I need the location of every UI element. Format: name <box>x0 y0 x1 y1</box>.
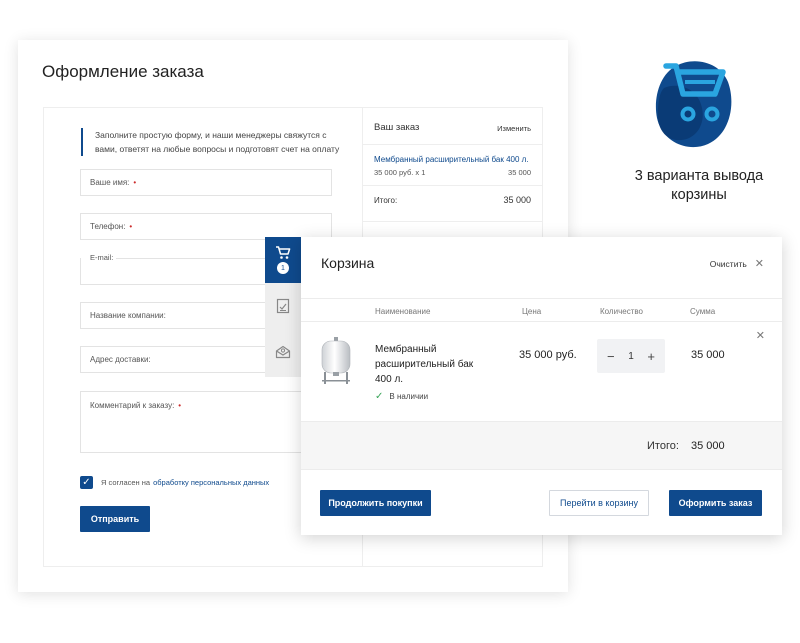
mail-icon <box>275 345 291 359</box>
product-thumbnail[interactable] <box>318 336 354 386</box>
stock-label: В наличии <box>389 392 429 401</box>
privacy-link[interactable]: обработку персональных данных <box>153 478 269 487</box>
consent-checkbox[interactable]: ✓ <box>80 476 93 489</box>
comment-field[interactable]: Комментарий к заказу: • <box>80 391 332 453</box>
col-price: Цена <box>522 307 542 316</box>
clear-cart-label: Очистить <box>709 258 747 269</box>
order-title: Оформление заказа <box>42 62 204 81</box>
required-mark: • <box>129 222 133 231</box>
item-sum: 35 000 <box>691 349 725 361</box>
item-price: 35 000 руб. <box>519 349 577 361</box>
phone-field[interactable]: Телефон: • <box>80 213 332 240</box>
company-label: Название компании: <box>90 311 166 320</box>
form-intro: Заполните простую форму, и наши менеджер… <box>81 128 341 156</box>
close-icon[interactable]: ✕ <box>755 257 764 270</box>
plus-icon[interactable]: + <box>647 349 655 364</box>
name-field[interactable]: Ваше имя: • <box>80 169 332 196</box>
tab-checklist[interactable] <box>265 283 301 329</box>
address-label: Адрес доставки: <box>90 355 151 364</box>
product-name[interactable]: Мембранный расширительный бак 400 л. <box>375 342 485 387</box>
cart-total-label: Итого: <box>647 440 679 452</box>
name-label: Ваше имя: <box>90 178 130 187</box>
checklist-icon <box>276 298 290 314</box>
tab-cart[interactable]: 1 <box>265 237 301 283</box>
summary-item-sum: 35 000 <box>508 168 531 177</box>
col-name: Наименование <box>375 307 431 316</box>
phone-label: Телефон: <box>90 222 126 231</box>
col-qty: Количество <box>600 307 643 316</box>
go-to-cart-button[interactable]: Перейти в корзину <box>549 490 649 516</box>
email-label: E-mail: <box>87 253 117 262</box>
summary-item-name[interactable]: Мембранный расширительный бак 400 л. <box>374 155 531 164</box>
cart-modal: Корзина Очистить ✕ Наименование Цена Кол… <box>301 237 782 535</box>
col-sum: Сумма <box>690 307 716 316</box>
summary-total-value: 35 000 <box>503 195 531 205</box>
remove-item-icon[interactable]: ✕ <box>756 329 765 342</box>
summary-edit-link[interactable]: Изменить <box>374 124 531 133</box>
cart-icon <box>276 246 291 259</box>
cart-table-header: Наименование Цена Количество Сумма <box>301 298 782 322</box>
consent-text: Я согласен на <box>101 478 151 487</box>
divider <box>363 221 542 222</box>
cart-count-badge: 1 <box>277 262 289 274</box>
check-icon: ✓ <box>375 391 384 402</box>
cart-title: Корзина <box>321 255 375 271</box>
minus-icon[interactable]: − <box>607 349 615 364</box>
promo-caption: 3 варианта вывода корзины <box>634 168 764 203</box>
required-mark: • <box>178 401 182 410</box>
submit-button[interactable]: Отправить <box>80 506 150 532</box>
quantity-value[interactable]: 1 <box>628 351 634 362</box>
side-tabs: 1 <box>265 237 301 377</box>
divider <box>363 185 542 186</box>
cart-total-value: 35 000 <box>691 440 725 452</box>
comment-label: Комментарий к заказу: <box>90 401 175 410</box>
cart-logo-icon <box>655 61 732 148</box>
required-mark: • <box>133 178 137 187</box>
cart-total-bar: Итого: 35 000 <box>301 421 782 470</box>
stock-status: ✓ В наличии <box>375 391 428 402</box>
consent-row: ✓ Я согласен на обработку персональных д… <box>80 476 269 489</box>
quantity-stepper: − 1 + <box>597 339 665 373</box>
divider <box>363 144 542 145</box>
clear-cart-button[interactable]: Очистить ✕ <box>710 257 764 270</box>
checkout-button[interactable]: Оформить заказ <box>669 490 762 516</box>
cart-item-row: Мембранный расширительный бак 400 л. ✓ В… <box>301 322 782 421</box>
continue-shopping-button[interactable]: Продолжить покупки <box>320 490 431 516</box>
tab-mail[interactable] <box>265 329 301 375</box>
